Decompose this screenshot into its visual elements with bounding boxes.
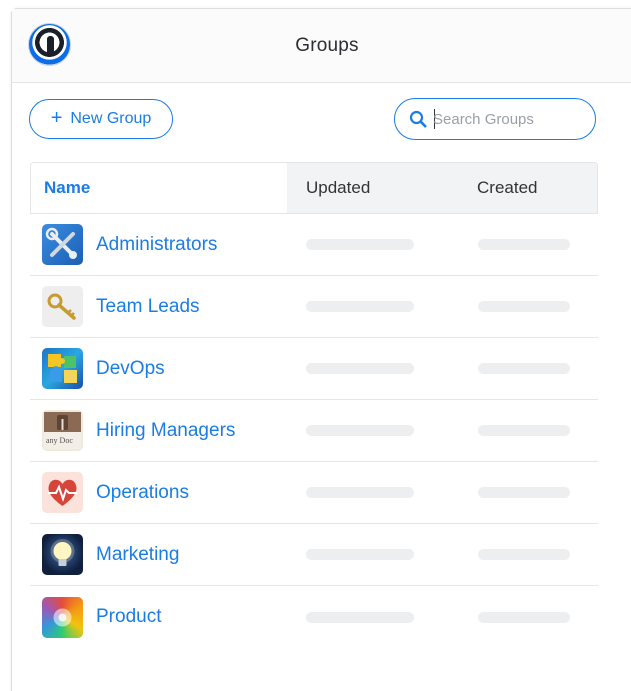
created-placeholder: [478, 301, 570, 312]
table-row[interactable]: Marketing: [30, 524, 598, 586]
search-input[interactable]: [433, 107, 583, 131]
created-placeholder: [478, 363, 570, 374]
table-row[interactable]: any Doc Hiring Managers: [30, 400, 598, 462]
group-name-link[interactable]: Operations: [96, 482, 189, 504]
column-header-name[interactable]: Name: [31, 163, 287, 213]
updated-placeholder: [306, 301, 414, 312]
group-name-link[interactable]: Hiring Managers: [96, 420, 235, 442]
page-title: Groups: [295, 35, 359, 56]
table-row[interactable]: Operations: [30, 462, 598, 524]
groups-table: Name Updated Created Administrators Team…: [30, 162, 598, 648]
updated-placeholder: [306, 425, 414, 436]
updated-placeholder: [306, 487, 414, 498]
group-name-link[interactable]: Marketing: [96, 544, 179, 566]
table-header: Name Updated Created: [30, 162, 598, 214]
search-icon: [409, 110, 427, 128]
created-placeholder: [478, 487, 570, 498]
keys-icon: [42, 286, 83, 327]
table-row[interactable]: Product: [30, 586, 598, 648]
new-group-label: New Group: [70, 110, 152, 127]
updated-placeholder: [306, 239, 414, 250]
document-clip-icon: any Doc: [42, 410, 83, 451]
svg-text:any Doc: any Doc: [46, 436, 73, 445]
created-placeholder: [478, 425, 570, 436]
plus-icon: +: [50, 107, 63, 129]
column-header-created[interactable]: Created: [449, 163, 597, 213]
search-box[interactable]: [394, 98, 596, 140]
table-row[interactable]: DevOps: [30, 338, 598, 400]
title-bar: Groups: [12, 9, 631, 83]
new-group-button[interactable]: + New Group: [29, 99, 173, 139]
heart-pulse-icon: [42, 472, 83, 513]
created-placeholder: [478, 611, 570, 623]
puzzle-icon: [42, 348, 83, 389]
table-row[interactable]: Team Leads: [30, 276, 598, 338]
updated-placeholder: [306, 363, 414, 374]
group-name-link[interactable]: Product: [96, 606, 161, 628]
table-row[interactable]: Administrators: [30, 214, 598, 276]
column-header-updated[interactable]: Updated: [287, 163, 449, 213]
lightbulb-icon: [42, 534, 83, 575]
table-body: Administrators Team Leads DevOps any Doc…: [30, 214, 598, 648]
created-placeholder: [478, 239, 570, 250]
color-wheel-icon: [42, 596, 83, 638]
created-placeholder: [478, 549, 570, 560]
group-name-link[interactable]: DevOps: [96, 358, 165, 380]
group-name-link[interactable]: Team Leads: [96, 296, 200, 318]
group-name-link[interactable]: Administrators: [96, 234, 217, 256]
tools-icon: [42, 224, 83, 265]
updated-placeholder: [306, 549, 414, 560]
updated-placeholder: [306, 611, 414, 623]
